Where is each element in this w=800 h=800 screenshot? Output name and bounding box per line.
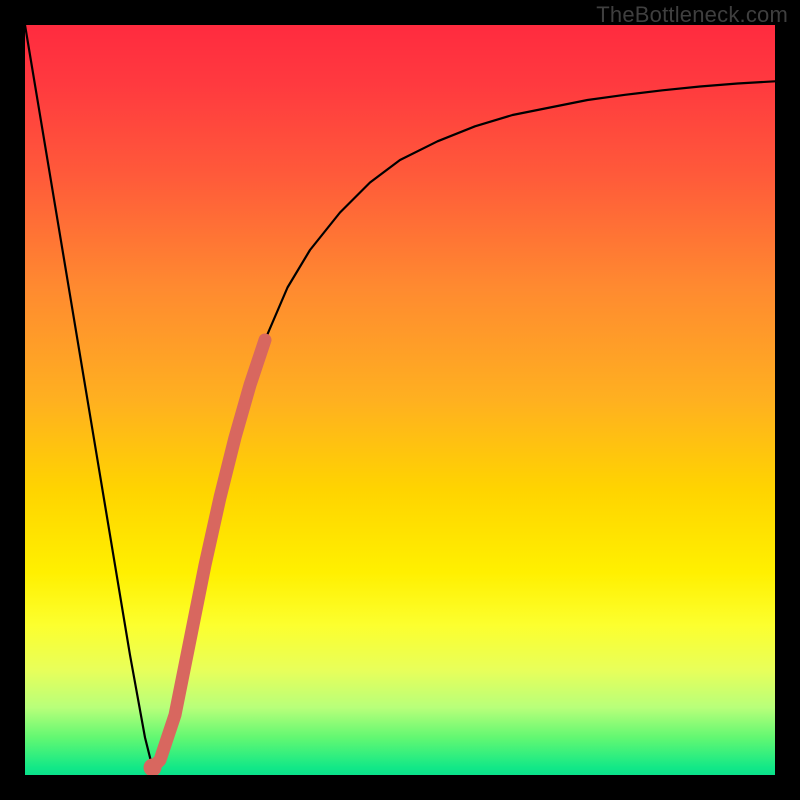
curve-svg xyxy=(25,25,775,775)
highlight-segment-path xyxy=(153,340,266,768)
plot-area xyxy=(25,25,775,775)
chart-frame: TheBottleneck.com xyxy=(0,0,800,800)
bottleneck-curve-path xyxy=(25,25,775,768)
